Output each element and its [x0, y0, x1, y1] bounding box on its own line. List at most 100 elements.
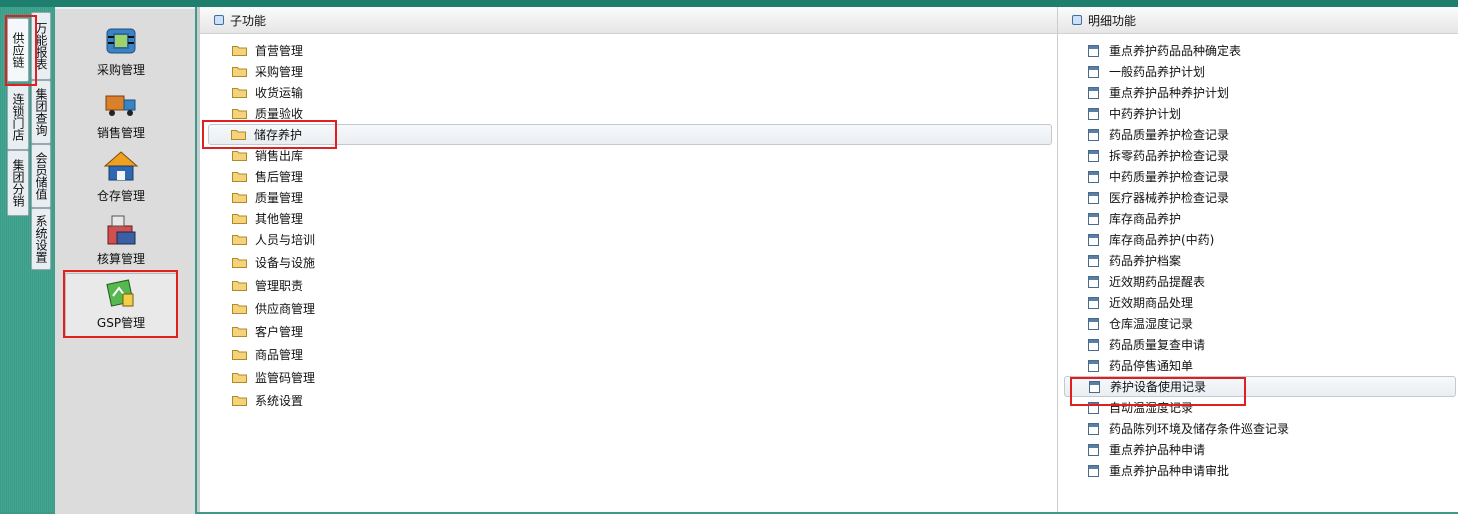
sub-function-item[interactable]: 供应商管理 [232, 298, 315, 319]
detail-function-item[interactable]: 药品质量养护检查记录 [1088, 124, 1229, 145]
purchase-icon [106, 28, 136, 54]
folder-icon [232, 304, 247, 314]
sub-function-item[interactable]: 首营管理 [232, 40, 303, 61]
tab-chain-stores[interactable]: 连锁门店 [7, 84, 29, 150]
folder-icon [232, 88, 247, 98]
detail-function-label: 药品质量复查申请 [1109, 338, 1206, 352]
detail-function-label: 重点养护药品品种确定表 [1109, 44, 1242, 58]
detail-function-item[interactable]: 自动温湿度记录 [1088, 397, 1193, 418]
nav-accounting-management[interactable]: 核算管理 [55, 210, 187, 270]
sub-function-item[interactable]: 售后管理 [232, 166, 303, 187]
sub-function-item[interactable]: 其他管理 [232, 208, 303, 229]
detail-function-label: 养护设备使用记录 [1110, 380, 1207, 394]
accounting-icon [107, 215, 136, 245]
detail-function-item[interactable]: 近效期药品提醒表 [1088, 271, 1205, 292]
window-top-bar [0, 0, 1458, 7]
document-icon [1088, 86, 1099, 99]
document-icon [1088, 128, 1099, 141]
sub-function-label: 商品管理 [255, 348, 304, 362]
sub-function-label: 人员与培训 [255, 233, 316, 247]
sub-function-label: 质量管理 [255, 191, 304, 205]
detail-function-label: 药品陈列环境及储存条件巡查记录 [1109, 422, 1290, 436]
sub-function-item[interactable]: 设备与设施 [232, 252, 315, 273]
sub-function-label: 收货运输 [255, 86, 304, 100]
sub-function-item[interactable]: 质量验收 [232, 103, 303, 124]
tab-system-settings[interactable]: 系统设置 [31, 208, 51, 270]
document-icon [1088, 359, 1099, 372]
detail-function-item[interactable]: 重点养护品种养护计划 [1088, 82, 1229, 103]
sub-function-item[interactable]: 管理职责 [232, 275, 303, 296]
detail-function-label: 拆零药品养护检查记录 [1109, 149, 1230, 163]
folder-icon [232, 373, 247, 383]
nav-sales-management[interactable]: 销售管理 [55, 84, 187, 144]
sub-function-header: 子功能 [200, 7, 1060, 34]
detail-function-label: 仓库温湿度记录 [1109, 317, 1194, 331]
folder-icon [232, 281, 247, 291]
document-icon [1088, 233, 1099, 246]
document-icon [1088, 170, 1099, 183]
document-icon [1088, 275, 1099, 288]
detail-function-item[interactable]: 药品养护档案 [1088, 250, 1181, 271]
folder-icon [232, 193, 247, 203]
detail-function-label: 药品养护档案 [1109, 254, 1182, 268]
detail-function-item[interactable]: 药品陈列环境及储存条件巡查记录 [1088, 418, 1289, 439]
sub-function-item[interactable]: 商品管理 [232, 344, 303, 365]
sub-function-label: 销售出库 [255, 149, 304, 163]
detail-function-item[interactable]: 重点养护品种申请审批 [1088, 460, 1229, 481]
detail-function-label: 中药质量养护检查记录 [1109, 170, 1230, 184]
sub-function-label: 售后管理 [255, 170, 304, 184]
tab-group-query[interactable]: 集团查询 [31, 80, 51, 144]
folder-icon [232, 172, 247, 182]
nav-purchase-management[interactable]: 采购管理 [55, 21, 187, 81]
sub-function-item[interactable]: 储存养护 [208, 124, 1052, 145]
detail-function-item[interactable]: 养护设备使用记录 [1064, 376, 1456, 397]
folder-icon [232, 350, 247, 360]
detail-function-item[interactable]: 药品质量复查申请 [1088, 334, 1205, 355]
tab-universal-reports[interactable]: 万能报表 [31, 12, 51, 80]
sub-function-item[interactable]: 客户管理 [232, 321, 303, 342]
detail-function-label: 重点养护品种养护计划 [1109, 86, 1230, 100]
document-icon [1088, 464, 1099, 477]
sub-function-label: 首营管理 [255, 44, 304, 58]
detail-function-item[interactable]: 拆零药品养护检查记录 [1088, 145, 1229, 166]
detail-function-item[interactable]: 近效期商品处理 [1088, 292, 1193, 313]
sub-function-label: 采购管理 [255, 65, 304, 79]
folder-icon [232, 67, 247, 77]
tab-group-distribution[interactable]: 集团分销 [7, 150, 29, 216]
detail-function-label: 近效期商品处理 [1109, 296, 1194, 310]
detail-function-item[interactable]: 中药养护计划 [1088, 103, 1181, 124]
detail-function-item[interactable]: 药品停售通知单 [1088, 355, 1193, 376]
detail-function-label: 库存商品养护(中药) [1109, 233, 1215, 247]
document-icon [1089, 380, 1100, 393]
detail-function-item[interactable]: 库存商品养护(中药) [1088, 229, 1214, 250]
sub-function-item[interactable]: 系统设置 [232, 390, 303, 411]
detail-function-item[interactable]: 医疗器械养护检查记录 [1088, 187, 1229, 208]
nav-warehouse-management[interactable]: 仓存管理 [55, 147, 187, 207]
document-icon [1088, 65, 1099, 78]
detail-function-item[interactable]: 库存商品养护 [1088, 208, 1181, 229]
document-icon [1088, 317, 1099, 330]
tab-supply-chain[interactable]: 供应链 [7, 18, 29, 82]
document-icon [1088, 212, 1099, 225]
sub-function-item[interactable]: 质量管理 [232, 187, 303, 208]
detail-function-item[interactable]: 重点养护药品品种确定表 [1088, 40, 1241, 61]
detail-function-item[interactable]: 一般药品养护计划 [1088, 61, 1205, 82]
tab-member-stored-value[interactable]: 会员储值 [31, 144, 51, 208]
detail-function-label: 医疗器械养护检查记录 [1109, 191, 1230, 205]
detail-function-item[interactable]: 仓库温湿度记录 [1088, 313, 1193, 334]
document-icon [1088, 107, 1099, 120]
sub-function-item[interactable]: 人员与培训 [232, 229, 315, 250]
header-bullet-icon [214, 15, 224, 25]
nav-label: 核算管理 [96, 252, 145, 266]
sub-function-item[interactable]: 收货运输 [232, 82, 303, 103]
sub-function-item[interactable]: 采购管理 [232, 61, 303, 82]
folder-icon [232, 151, 247, 161]
document-icon [1088, 44, 1099, 57]
sub-function-item[interactable]: 销售出库 [232, 145, 303, 166]
sub-function-item[interactable]: 监管码管理 [232, 367, 315, 388]
detail-function-item[interactable]: 中药质量养护检查记录 [1088, 166, 1229, 187]
folder-icon [232, 235, 247, 245]
nav-gsp-management[interactable]: GSP管理 [65, 273, 177, 337]
document-icon [1088, 443, 1099, 456]
detail-function-item[interactable]: 重点养护品种申请 [1088, 439, 1205, 460]
